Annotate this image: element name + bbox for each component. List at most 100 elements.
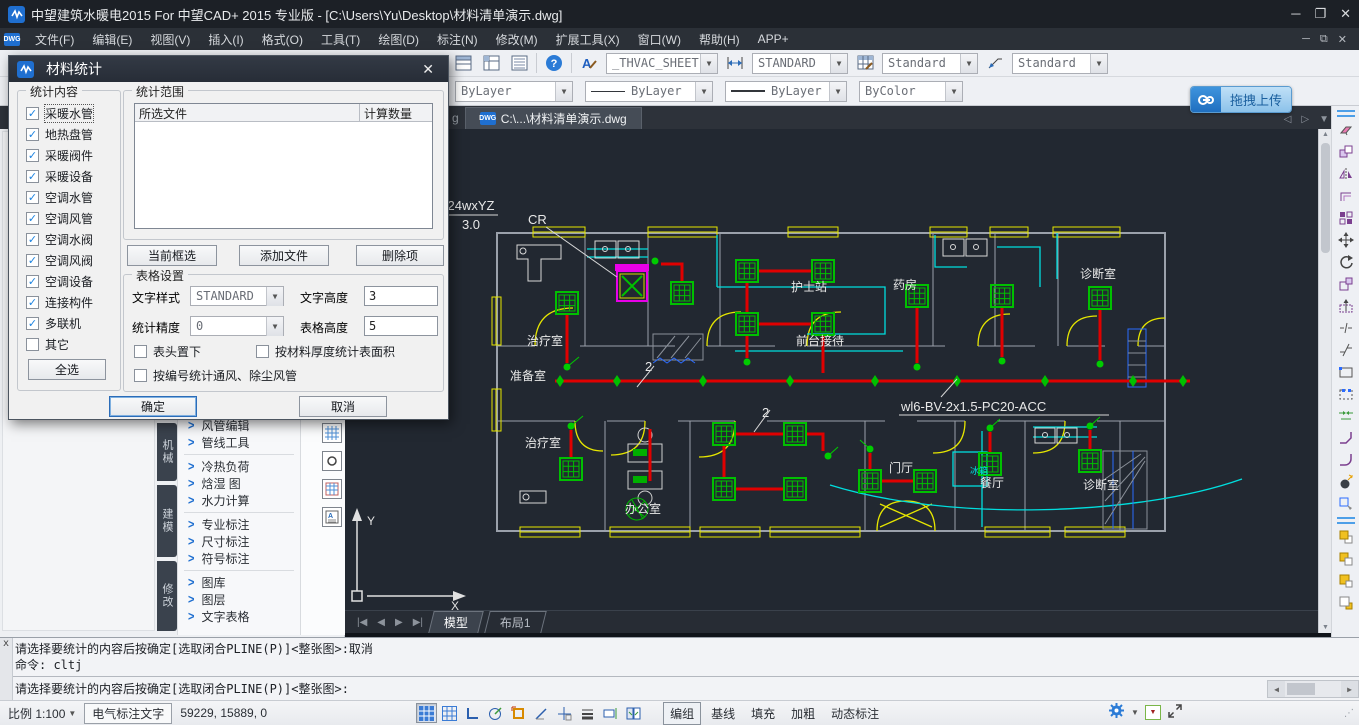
menu-format[interactable]: 格式(O) bbox=[254, 29, 311, 50]
menu-help[interactable]: 帮助(H) bbox=[691, 29, 748, 50]
menu-view[interactable]: 视图(V) bbox=[142, 29, 198, 50]
scroll-left-icon[interactable]: ◀ bbox=[1268, 681, 1285, 697]
checkbox-floor-coil[interactable]: ✓地热盘管 bbox=[18, 124, 120, 145]
checkbox-heating-equipment[interactable]: ✓采暖设备 bbox=[18, 166, 120, 187]
toolbar-grip[interactable] bbox=[1337, 110, 1355, 117]
row-height-input[interactable] bbox=[364, 316, 438, 336]
break-icon[interactable] bbox=[1334, 339, 1358, 361]
command-close-icon[interactable]: x bbox=[3, 638, 9, 649]
chevron-down-icon[interactable]: ▼ bbox=[960, 54, 977, 73]
minimize-button[interactable]: ─ bbox=[1291, 6, 1300, 22]
checkbox-ac-equipment[interactable]: ✓空调设备 bbox=[18, 271, 120, 292]
text-style-select[interactable]: _THVAC_SHEET▼ bbox=[606, 53, 718, 74]
chevron-down-icon[interactable]: ▼ bbox=[700, 54, 717, 73]
dim-style-select[interactable]: STANDARD▼ bbox=[752, 53, 848, 74]
dialog-title-bar[interactable]: 材料统计 ✕ bbox=[9, 56, 448, 82]
checkbox-ac-duct[interactable]: ✓空调风管 bbox=[18, 208, 120, 229]
checkbox-heating-valve[interactable]: ✓采暖阀件 bbox=[18, 145, 120, 166]
ok-button[interactable]: 确定 bbox=[109, 396, 197, 417]
palette-item-layers[interactable]: >图层 bbox=[178, 591, 300, 608]
menu-draw[interactable]: 绘图(D) bbox=[370, 29, 427, 50]
palette-tab-mechanical[interactable]: 机械 bbox=[157, 423, 177, 481]
move-icon[interactable] bbox=[1334, 229, 1358, 251]
checkbox-ac-water-valve[interactable]: ✓空调水阀 bbox=[18, 229, 120, 250]
palette-item-pro-annotate[interactable]: >专业标注 bbox=[178, 516, 300, 533]
maximize-button[interactable]: ❐ bbox=[1314, 6, 1326, 22]
sheet-set-icon[interactable] bbox=[452, 52, 474, 74]
scale-control[interactable]: 比例 1:100▼ bbox=[0, 705, 84, 722]
dynamic-input-toggle-icon[interactable] bbox=[600, 703, 621, 723]
menu-insert[interactable]: 插入(I) bbox=[200, 29, 251, 50]
palette-tab-modify[interactable]: 修改 bbox=[157, 561, 177, 631]
plot-style-control[interactable]: ByColor▼ bbox=[859, 81, 963, 102]
group-toggle[interactable]: 编组 bbox=[663, 702, 701, 725]
palette-item-library[interactable]: >图库 bbox=[178, 574, 300, 591]
prev-tab-icon[interactable]: ◀ bbox=[373, 617, 389, 628]
checkbox-other[interactable]: 其它 bbox=[18, 334, 120, 355]
resize-grip[interactable]: ⋰ bbox=[1344, 708, 1355, 719]
rotate-icon[interactable] bbox=[1334, 251, 1358, 273]
chevron-down-icon[interactable]: ▼ bbox=[945, 82, 962, 101]
break-at-point-icon[interactable] bbox=[1334, 317, 1358, 339]
chamfer-icon[interactable] bbox=[1334, 427, 1358, 449]
table-text-style-select[interactable]: STANDARD▼ bbox=[190, 286, 284, 306]
command-history[interactable]: 请选择要统计的内容后按确定[选取闭合PLINE(P)]<整张图>:取消 命令: … bbox=[15, 641, 1355, 673]
next-tab-icon[interactable]: ▶ bbox=[391, 617, 407, 628]
dwg-menu-icon[interactable]: DWG bbox=[4, 33, 20, 46]
draworder-below-icon[interactable] bbox=[1334, 592, 1358, 614]
match-properties-icon[interactable] bbox=[1334, 493, 1358, 515]
drawing-canvas[interactable]: 治疗室 准备室 护士站 前台接待 药房 诊断室 治疗室 办公室 门厅 餐厅 诊断… bbox=[345, 129, 1318, 610]
settings-dropdown-icon[interactable]: ▼ bbox=[1131, 708, 1139, 717]
mirror-icon[interactable] bbox=[1334, 163, 1358, 185]
otrack-toggle-icon[interactable] bbox=[531, 703, 552, 723]
draworder-above-icon[interactable] bbox=[1334, 570, 1358, 592]
column-selected-files[interactable]: 所选文件 bbox=[135, 104, 360, 121]
mdi-close-button[interactable]: ✕ bbox=[1338, 33, 1347, 46]
current-selection-button[interactable]: 当前框选 bbox=[127, 245, 217, 266]
checkbox-ac-water-pipe[interactable]: ✓空调水管 bbox=[18, 187, 120, 208]
file-list-view[interactable]: 所选文件 计算数量 bbox=[134, 103, 433, 229]
chevron-down-icon[interactable]: ▼ bbox=[829, 82, 846, 101]
chevron-down-icon[interactable]: ▼ bbox=[830, 54, 847, 73]
array-icon[interactable] bbox=[1334, 207, 1358, 229]
chevron-down-icon[interactable]: ▼ bbox=[1090, 54, 1107, 73]
ortho-toggle-icon[interactable] bbox=[462, 703, 483, 723]
tab-list-icon[interactable]: ▼ bbox=[1319, 114, 1329, 125]
baseline-toggle[interactable]: 基线 bbox=[705, 703, 741, 724]
gear-icon[interactable] bbox=[1108, 702, 1125, 722]
tab-layout1[interactable]: 布局1 bbox=[484, 611, 546, 633]
menu-app-plus[interactable]: APP+ bbox=[750, 30, 797, 48]
draworder-back-icon[interactable] bbox=[1334, 548, 1358, 570]
checkbox-header-bottom[interactable]: 表头置下 bbox=[126, 341, 201, 362]
command-grip[interactable]: x bbox=[0, 638, 13, 701]
scroll-right-icon[interactable]: ▶ bbox=[1341, 681, 1358, 697]
cancel-button[interactable]: 取消 bbox=[299, 396, 387, 417]
doc-tab-active[interactable]: DWG C:\...\材料清单演示.dwg bbox=[465, 107, 642, 129]
rectangle-icon[interactable] bbox=[1334, 361, 1358, 383]
current-text-style[interactable]: 电气标注文字 bbox=[84, 703, 172, 724]
checkbox-by-thickness[interactable]: 按材料厚度统计表面积 bbox=[248, 341, 395, 362]
linetype-control[interactable]: ByLayer▼ bbox=[585, 81, 713, 102]
menu-file[interactable]: 文件(F) bbox=[27, 29, 82, 50]
annotation-dropdown-icon[interactable]: ▼ bbox=[1145, 705, 1161, 720]
scale-icon[interactable] bbox=[1334, 273, 1358, 295]
text-height-input[interactable] bbox=[364, 286, 438, 306]
lineweight-control[interactable]: ByLayer▼ bbox=[725, 81, 847, 102]
mleader-style-select[interactable]: Standard▼ bbox=[1012, 53, 1108, 74]
ducs-toggle-icon[interactable] bbox=[554, 703, 575, 723]
tab-model[interactable]: 模型 bbox=[428, 611, 484, 633]
draworder-front-icon[interactable] bbox=[1334, 526, 1358, 548]
command-horizontal-scrollbar[interactable]: ◀ ▶ bbox=[1267, 680, 1359, 698]
palette-item-dim-annotate[interactable]: >尺寸标注 bbox=[178, 533, 300, 550]
chevron-down-icon[interactable]: ▼ bbox=[555, 82, 572, 101]
dynamic-dim-toggle[interactable]: 动态标注 bbox=[825, 703, 885, 724]
command-prompt[interactable]: 请选择要统计的内容后按确定[选取闭合PLINE(P)]<整张图>: bbox=[15, 681, 349, 698]
menu-express[interactable]: 扩展工具(X) bbox=[548, 29, 628, 50]
osnap-toggle-icon[interactable] bbox=[508, 703, 529, 723]
explode-icon[interactable] bbox=[1334, 471, 1358, 493]
mdi-minimize-button[interactable]: ─ bbox=[1302, 33, 1310, 46]
sheet-list-icon[interactable] bbox=[508, 52, 530, 74]
palette-item-symbol-annotate[interactable]: >符号标注 bbox=[178, 550, 300, 567]
palette-item-hydraulic[interactable]: >水力计算 bbox=[178, 492, 300, 509]
table-style-select[interactable]: Standard▼ bbox=[882, 53, 978, 74]
